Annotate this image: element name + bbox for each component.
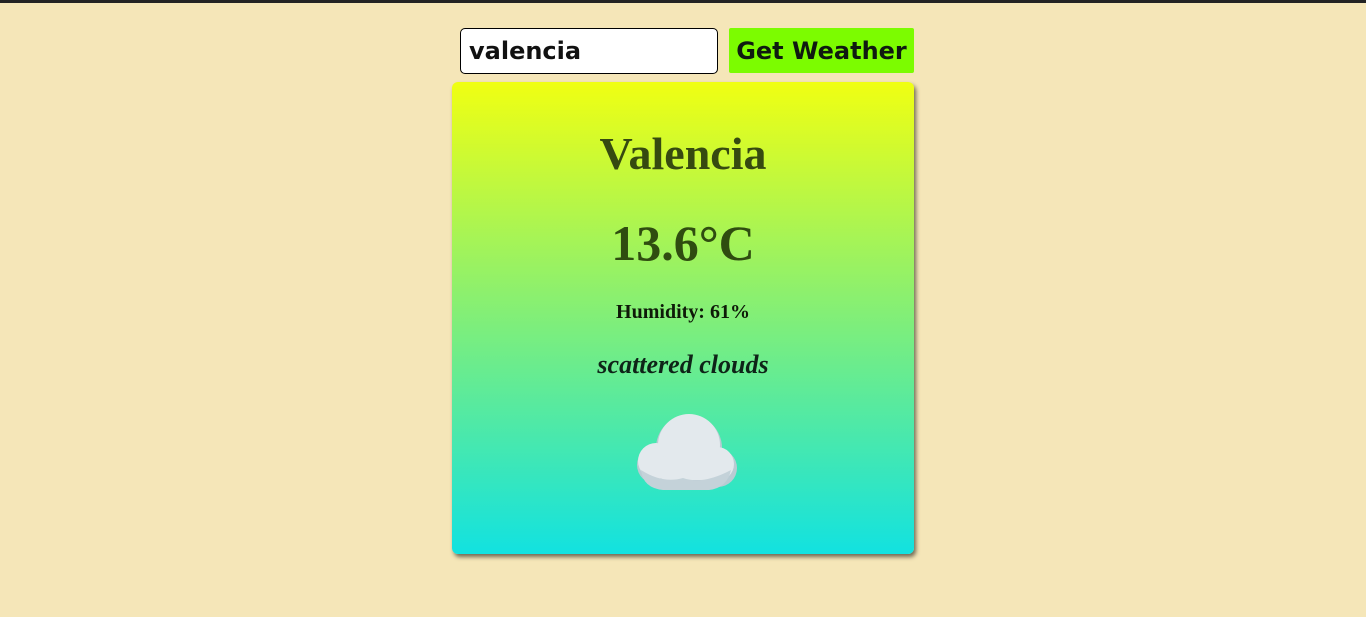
weather-description: scattered clouds [597, 350, 769, 379]
temperature: 13.6°C [611, 215, 755, 271]
humidity: Humidity: 61% [616, 301, 750, 323]
cloud-icon [623, 408, 743, 498]
city-name: Valencia [599, 128, 767, 179]
weather-card: Valencia 13.6°C Humidity: 61% scattered … [452, 82, 914, 554]
city-search-input[interactable] [460, 28, 718, 74]
search-bar: Get Weather [460, 28, 914, 74]
get-weather-button[interactable]: Get Weather [729, 28, 914, 73]
